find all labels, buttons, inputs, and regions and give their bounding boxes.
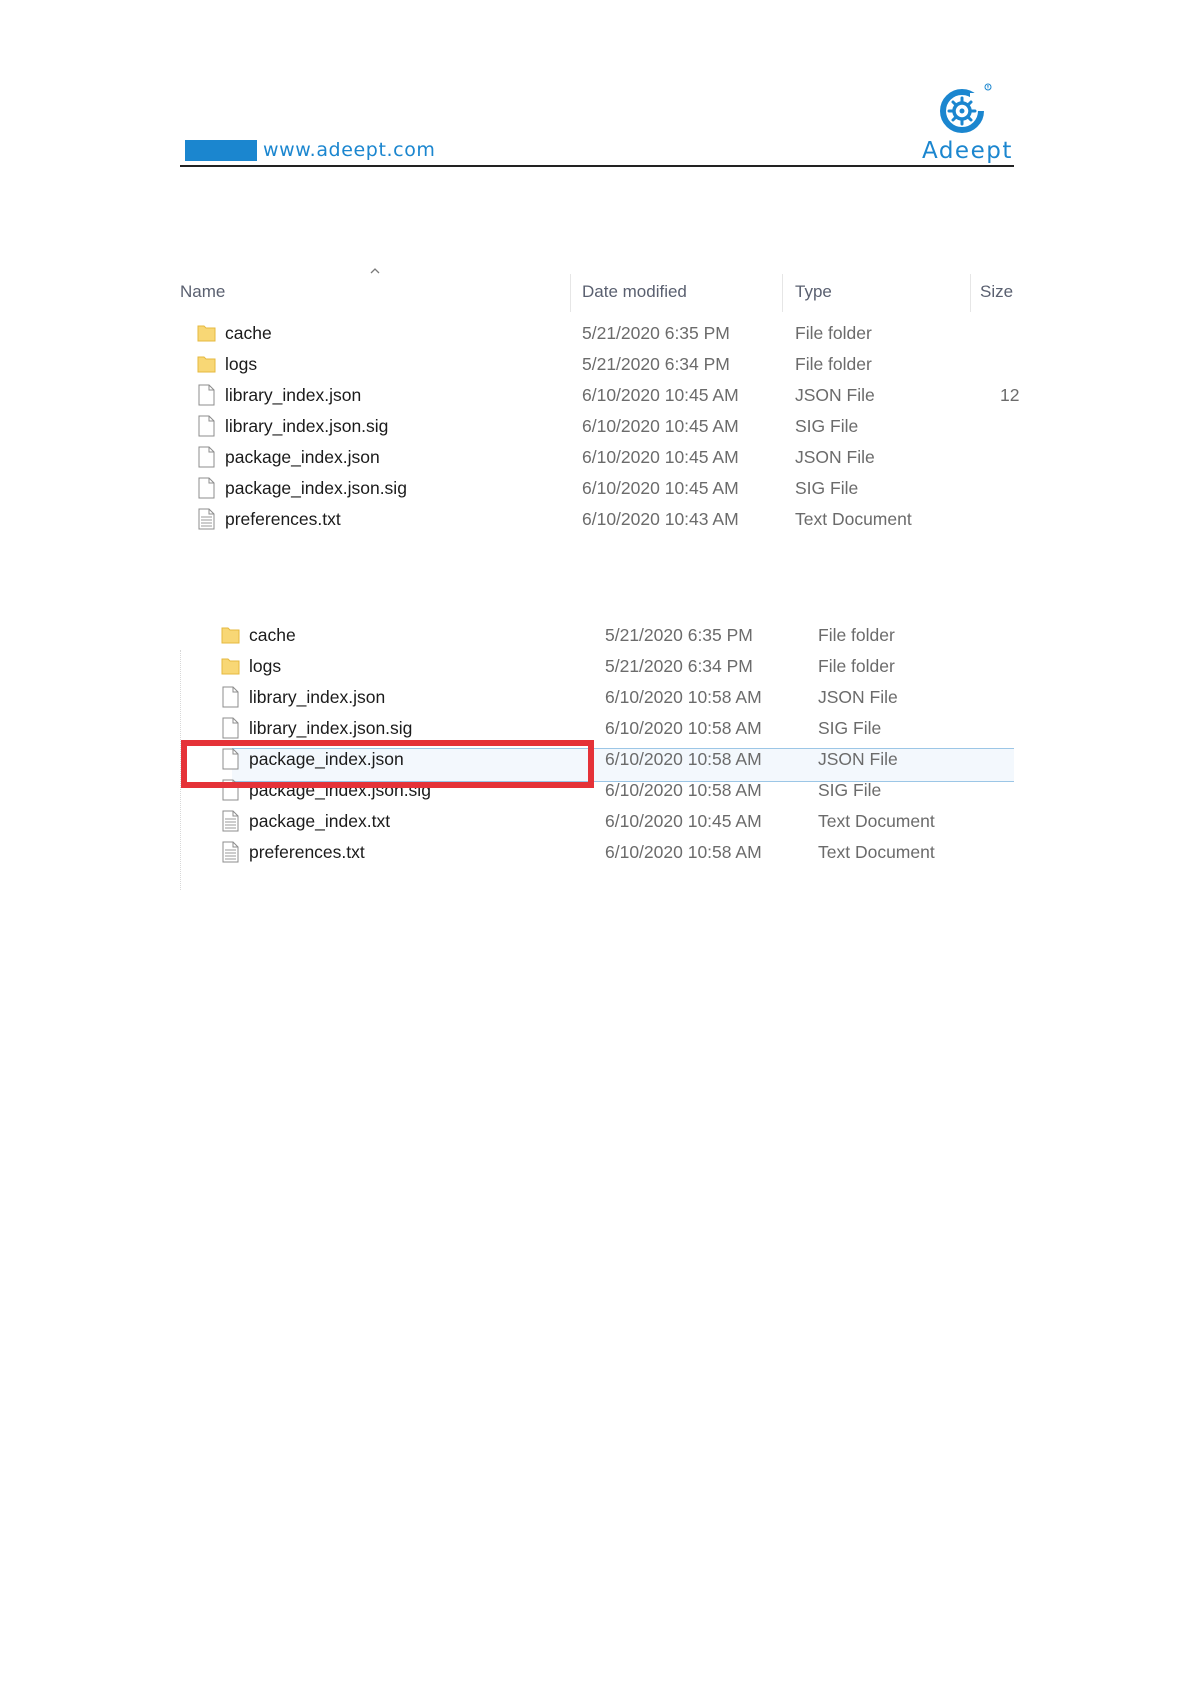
folder-icon — [197, 325, 216, 342]
file-type: JSON File — [795, 385, 875, 405]
brand-name: Adeept — [922, 138, 1013, 164]
file-name: package_index.json.sig — [225, 478, 407, 498]
file-row[interactable]: library_index.json 6/10/2020 10:45 AM JS… — [180, 380, 1019, 411]
folder-icon — [197, 356, 216, 373]
file-type: Text Document — [818, 842, 935, 862]
column-divider[interactable] — [782, 274, 783, 312]
file-type: File folder — [818, 625, 895, 645]
file-date: 5/21/2020 6:34 PM — [605, 656, 753, 676]
file-row[interactable]: cache 5/21/2020 6:35 PM File folder — [180, 620, 1014, 651]
file-row[interactable]: library_index.json.sig 6/10/2020 10:45 A… — [180, 411, 1014, 442]
column-header-type[interactable]: Type — [795, 282, 832, 302]
column-header-date-modified[interactable]: Date modified — [582, 282, 687, 302]
file-name: package_index.json — [225, 447, 380, 467]
file-date: 6/10/2020 10:58 AM — [605, 687, 762, 707]
file-row[interactable]: logs 5/21/2020 6:34 PM File folder — [180, 651, 1014, 682]
file-type: File folder — [795, 354, 872, 374]
file-type: File folder — [795, 323, 872, 343]
file-type: Text Document — [795, 509, 912, 529]
header-accent-bar — [185, 140, 257, 161]
file-type: SIG File — [795, 416, 859, 436]
file-name: library_index.json.sig — [249, 718, 413, 738]
file-type: Text Document — [818, 811, 935, 831]
file-date: 5/21/2020 6:35 PM — [582, 323, 730, 343]
file-type: JSON File — [795, 447, 875, 467]
folder-icon — [221, 658, 240, 675]
file-name: package_index.txt — [249, 811, 391, 831]
file-date: 6/10/2020 10:45 AM — [582, 385, 739, 405]
column-divider[interactable] — [570, 274, 571, 312]
file-icon — [198, 477, 215, 499]
file-icon — [222, 717, 239, 739]
file-name: cache — [225, 323, 272, 343]
brand-logo: R Adeept — [918, 80, 1018, 166]
file-name: library_index.json — [225, 385, 362, 405]
file-date: 6/10/2020 10:45 AM — [582, 447, 739, 467]
file-date: 6/10/2020 10:58 AM — [605, 749, 762, 769]
file-name: library_index.json.sig — [225, 416, 389, 436]
folder-icon — [221, 627, 240, 644]
file-row[interactable]: package_index.json.sig 6/10/2020 10:45 A… — [180, 473, 1014, 504]
file-row[interactable]: package_index.json 6/10/2020 10:45 AM JS… — [180, 442, 1014, 473]
file-type: SIG File — [818, 718, 882, 738]
file-date: 6/10/2020 10:45 AM — [582, 478, 739, 498]
text-file-icon — [198, 508, 215, 530]
file-row[interactable]: library_index.json 6/10/2020 10:58 AM JS… — [180, 682, 1014, 713]
file-date: 6/10/2020 10:58 AM — [605, 718, 762, 738]
file-icon — [198, 384, 215, 406]
file-date: 6/10/2020 10:58 AM — [605, 842, 762, 862]
file-name: cache — [249, 625, 296, 645]
file-row[interactable]: logs 5/21/2020 6:34 PM File folder — [180, 349, 1014, 380]
file-name: library_index.json — [249, 687, 386, 707]
file-date: 6/10/2020 10:43 AM — [582, 509, 739, 529]
file-icon — [198, 446, 215, 468]
adeept-logo-icon: R — [940, 83, 992, 133]
file-row[interactable]: cache 5/21/2020 6:35 PM File folder — [180, 318, 1014, 349]
header-divider — [180, 165, 1014, 167]
file-date: 6/10/2020 10:45 AM — [582, 416, 739, 436]
svg-text:R: R — [987, 85, 990, 90]
text-file-icon — [222, 841, 239, 863]
file-name: logs — [249, 656, 282, 676]
file-type: JSON File — [818, 687, 898, 707]
column-header-name[interactable]: Name — [180, 282, 225, 302]
column-header-size[interactable]: Size — [980, 282, 1013, 302]
file-date: 5/21/2020 6:35 PM — [605, 625, 753, 645]
red-highlight-box — [181, 740, 594, 788]
file-size: 12 — [1000, 385, 1020, 405]
file-row[interactable]: package_index.txt 6/10/2020 10:45 AM Tex… — [180, 806, 1014, 837]
file-type: JSON File — [818, 749, 898, 769]
column-divider[interactable] — [970, 274, 971, 312]
website-url: www.adeept.com — [263, 139, 436, 161]
file-type: SIG File — [818, 780, 882, 800]
sort-ascending-icon[interactable] — [370, 266, 380, 276]
file-type: SIG File — [795, 478, 859, 498]
file-date: 6/10/2020 10:45 AM — [605, 811, 762, 831]
file-type: File folder — [818, 656, 895, 676]
text-file-icon — [222, 810, 239, 832]
file-icon — [222, 686, 239, 708]
file-row[interactable]: preferences.txt 6/10/2020 10:43 AM Text … — [180, 504, 1014, 535]
explorer-file-list-after: cache 5/21/2020 6:35 PM File folder logs… — [180, 620, 1014, 895]
file-name: logs — [225, 354, 258, 374]
file-name: preferences.txt — [225, 509, 341, 529]
file-date: 6/10/2020 10:58 AM — [605, 780, 762, 800]
file-date: 5/21/2020 6:34 PM — [582, 354, 730, 374]
explorer-file-list-before: Name Date modified Type Size cache 5/21/… — [180, 262, 1019, 542]
file-icon — [198, 415, 215, 437]
file-name: preferences.txt — [249, 842, 365, 862]
file-row[interactable]: preferences.txt 6/10/2020 10:58 AM Text … — [180, 837, 1014, 868]
